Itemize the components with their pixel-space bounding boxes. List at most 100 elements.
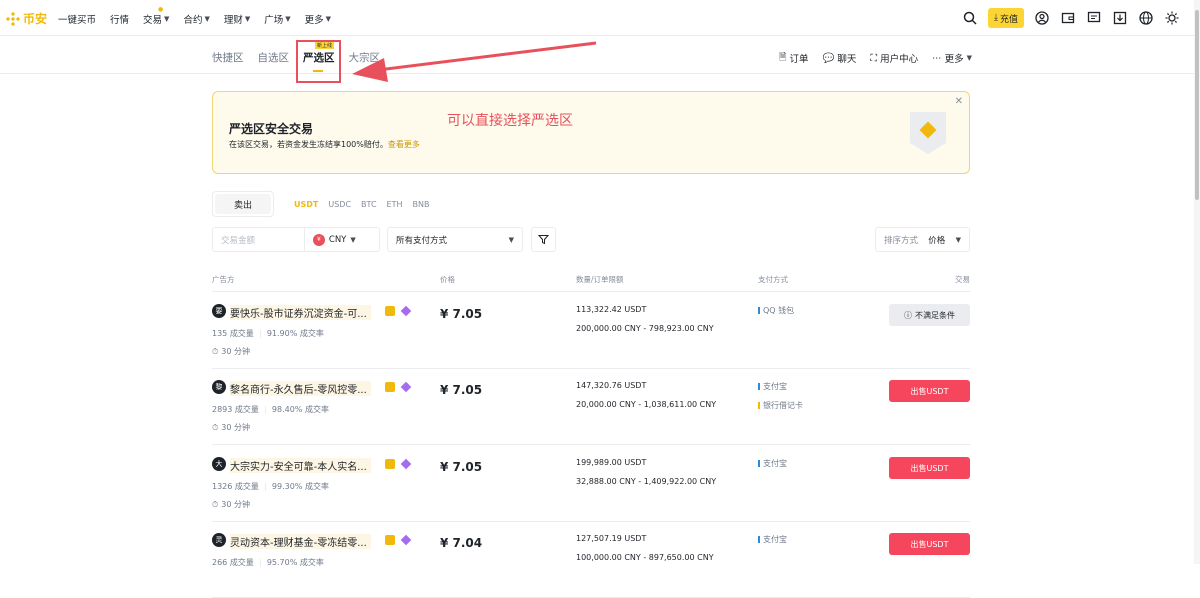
chevron-down-icon: ▼: [325, 15, 332, 23]
action-label: 出售USDT: [910, 386, 949, 396]
more-menu[interactable]: ⋯ 更多 ▼: [932, 51, 972, 66]
nav-trade[interactable]: 交易 ▼ ●: [143, 6, 169, 26]
merchant-name[interactable]: 大宗实力-安全可靠-本人实名...: [230, 458, 371, 473]
nav-more[interactable]: 更多 ▼: [305, 12, 331, 26]
wallet-icon[interactable]: [1060, 10, 1076, 26]
chat-icon: 💬: [822, 52, 835, 64]
currency-label: CNY: [328, 234, 347, 245]
merchant-stats: 1326 成交量 99.30% 成交率: [212, 481, 329, 492]
chat-link[interactable]: 💬 聊天: [822, 51, 857, 66]
nav-label: 更多: [304, 15, 324, 26]
payment-color-bar: [758, 307, 760, 314]
table-row: 黎 黎名商行-永久售后-零风控零... 2893 成交量 98.40% 成交率 ⏱…: [212, 368, 970, 445]
divider: [259, 329, 261, 338]
sell-usdt-button[interactable]: 出售USDT: [889, 457, 970, 479]
deposit-button[interactable]: ⤓ 充值: [988, 8, 1024, 28]
coin-tab-usdt[interactable]: USDT: [294, 200, 318, 209]
chevron-down-icon: ▼: [350, 235, 356, 244]
nav-earn[interactable]: 理财 ▼: [224, 12, 250, 26]
globe-icon[interactable]: [1138, 10, 1154, 26]
search-icon[interactable]: [962, 10, 978, 26]
user-center-icon: ⛶: [870, 52, 878, 64]
table-row: 要 要快乐-股市证券沉淀资金-可... 135 成交量 91.90% 成交率 ⏱ 3…: [212, 292, 970, 369]
merchant-badges: [385, 305, 412, 317]
payment-method-label: QQ 钱包: [763, 306, 795, 315]
order-limit: 100,000.00 CNY - 897,650.00 CNY: [576, 553, 714, 562]
divider: [259, 558, 261, 567]
binance-logo[interactable]: 币安: [6, 10, 47, 27]
payment-color-bar: [758, 383, 760, 390]
verified-merchant-icon: [385, 535, 395, 545]
payment-method-label: 所有支付方式: [396, 235, 448, 246]
avatar[interactable]: 要: [212, 304, 226, 318]
top-navbar: 币安 一键买币 行情 交易 ▼ ● 合约 ▼ 理财 ▼ 广场 ▼ 更多 ▼ ⤓ 充值: [0, 0, 1200, 36]
price: ¥ 7.05: [440, 383, 483, 397]
available-quantity: 147,320.76 USDT: [576, 381, 647, 390]
avatar[interactable]: 灵: [212, 533, 226, 547]
nav-label: 交易: [143, 15, 163, 26]
nav-label: 合约: [183, 15, 203, 26]
pay-time-limit: ⏱ 30 分钟: [212, 499, 250, 510]
sell-usdt-button[interactable]: 出售USDT: [889, 380, 970, 402]
filter-button[interactable]: [531, 227, 556, 252]
chevron-down-icon: ▼: [285, 15, 291, 23]
currency-select[interactable]: ¥ CNY ▼: [303, 228, 379, 251]
action-label: 出售USDT: [910, 463, 949, 473]
payment-method-select[interactable]: 所有支付方式 ▼: [387, 227, 523, 252]
nav-label: 理财: [223, 15, 243, 26]
message-icon[interactable]: [1086, 10, 1102, 26]
coin-tab-btc[interactable]: BTC: [361, 200, 377, 209]
merchant-badges: [385, 534, 412, 546]
user-center-label: 用户中心: [880, 54, 919, 65]
sort-select[interactable]: 排序方式 价格 ▼: [875, 227, 970, 252]
unqualified-button[interactable]: ⓘ 不满足条件: [889, 304, 970, 326]
highlight-box: [296, 40, 341, 83]
theme-sun-icon[interactable]: [1164, 10, 1180, 26]
sell-tab-label: 卖出: [215, 194, 271, 214]
coin-tab-bnb[interactable]: BNB: [413, 200, 430, 209]
coin-tab-eth[interactable]: ETH: [387, 200, 403, 209]
sort-label: 排序方式: [884, 235, 919, 246]
clock-icon: ⏱: [212, 422, 219, 432]
order-count: 2893 成交量: [212, 405, 259, 414]
amount-input[interactable]: 交易金额: [213, 234, 304, 246]
nav-markets[interactable]: 行情: [110, 12, 129, 26]
table-row: 灵 灵动资本-理财基金-零冻结零... 266 成交量 95.70% 成交率 ¥ …: [212, 521, 970, 598]
payment-method: 支付宝: [758, 381, 787, 392]
diamond-icon: [400, 534, 412, 546]
coin-tab-usdc[interactable]: USDC: [328, 200, 351, 209]
nav-quick-buy[interactable]: 一键买币: [58, 12, 96, 26]
avatar[interactable]: 大: [212, 457, 226, 471]
col-quantity: 数量/订单限额: [576, 275, 624, 284]
tab-p2p[interactable]: 自选区: [258, 50, 290, 65]
merchant-name[interactable]: 灵动资本-理财基金-零冻结零...: [230, 534, 371, 549]
sell-tab[interactable]: 卖出: [212, 191, 274, 217]
avatar[interactable]: 黎: [212, 380, 226, 394]
more-icon: ⋯: [932, 52, 942, 64]
merchant-name[interactable]: 要快乐-股市证券沉淀资金-可...: [230, 305, 371, 320]
time-label: 30 分钟: [221, 423, 250, 432]
merchant-name[interactable]: 黎名商行-永久售后-零风控零...: [230, 381, 371, 396]
nav-square[interactable]: 广场 ▼: [264, 12, 290, 26]
nav-label: 一键买币: [58, 15, 97, 26]
action-label: 出售USDT: [910, 539, 949, 549]
scrollbar-thumb[interactable]: [1195, 10, 1199, 200]
close-icon[interactable]: ✕: [955, 96, 963, 107]
more-label: 更多: [944, 54, 964, 65]
selected-zone-banner: 严选区安全交易 在该区交易，若资金发生冻结享100%赔付。查看更多 ✕: [212, 91, 970, 174]
user-center-link[interactable]: ⛶ 用户中心: [870, 51, 919, 66]
info-icon: ⓘ: [904, 310, 912, 320]
filter-icon: [538, 235, 549, 245]
nav-futures[interactable]: 合约 ▼: [183, 12, 209, 26]
completion-rate: 95.70% 成交率: [266, 558, 324, 567]
sell-usdt-button[interactable]: 出售USDT: [889, 533, 970, 555]
download-app-icon[interactable]: [1112, 10, 1128, 26]
table-row: 大 大宗实力-安全可靠-本人实名... 1326 成交量 99.30% 成交率 ⏱…: [212, 445, 970, 522]
tab-express[interactable]: 快捷区: [212, 50, 244, 65]
orders-link[interactable]: 🗎 订单: [779, 50, 809, 66]
user-icon[interactable]: [1034, 10, 1050, 26]
learn-more-link[interactable]: 查看更多: [388, 140, 420, 149]
col-payment: 支付方式: [758, 275, 788, 284]
scrollbar[interactable]: [1194, 0, 1200, 564]
price: ¥ 7.05: [440, 307, 483, 321]
